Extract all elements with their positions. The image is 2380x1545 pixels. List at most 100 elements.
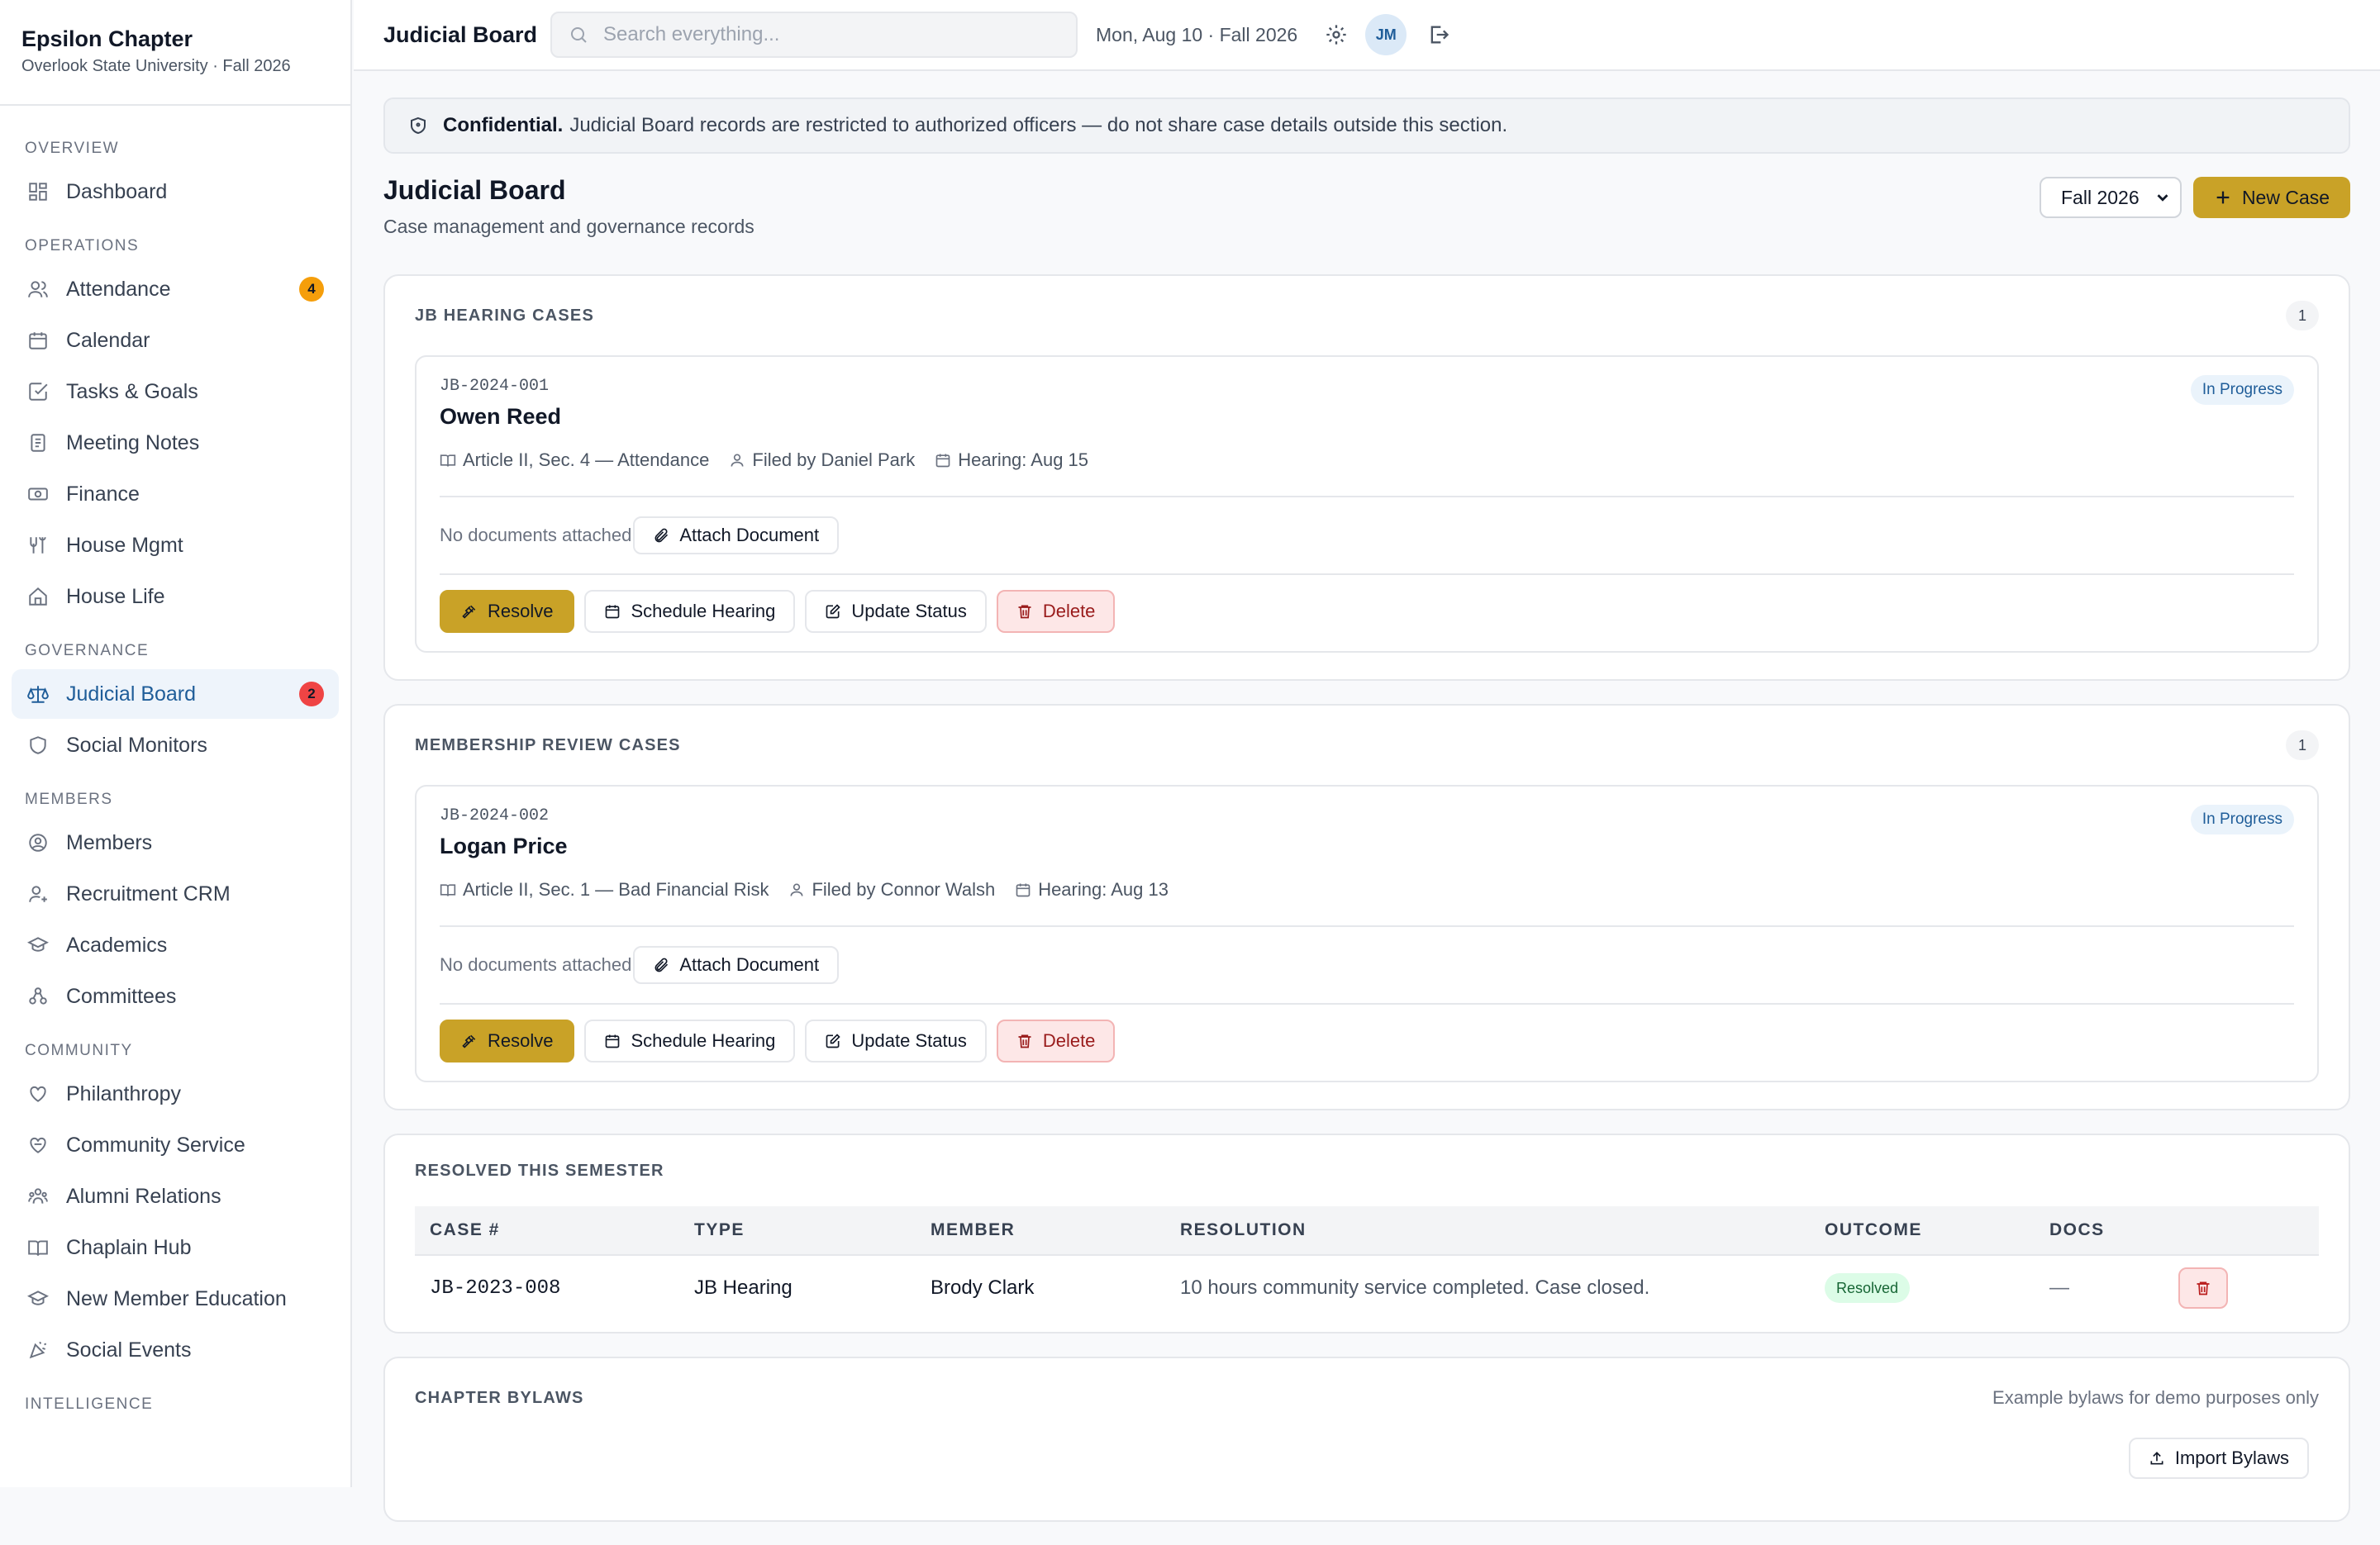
case-id: JB-2024-001 [440,377,550,396]
party-icon [26,1338,50,1362]
sidebar-item-philanthropy[interactable]: Philanthropy [12,1069,339,1119]
attach-document-button[interactable]: Attach Document [633,516,840,554]
check-square-icon [26,380,50,403]
sidebar-item-house-mgmt[interactable]: House Mgmt [12,521,339,570]
sidebar-item-label: Finance [66,482,140,506]
sidebar-item-social-events[interactable]: Social Events [12,1325,339,1375]
sidebar-item-academics[interactable]: Academics [12,920,339,970]
sidebar-item-chaplain-hub[interactable]: Chaplain Hub [12,1223,339,1272]
sidebar-item-calendar[interactable]: Calendar [12,316,339,365]
book-icon [26,1236,50,1259]
nav-section-governance: GOVERNANCE [25,642,150,659]
update-status-button[interactable]: Update Status [805,590,987,633]
notes-icon [26,431,50,454]
outcome-badge: Resolved [1825,1273,1911,1303]
attendance-count-badge: 4 [299,277,324,302]
resolve-button[interactable]: Resolve [440,1020,575,1062]
section-label: RESOLVED THIS SEMESTER [415,1161,664,1180]
sidebar-item-alumni-relations[interactable]: Alumni Relations [12,1172,339,1221]
graduation-cap-icon [26,1287,50,1310]
sidebar: Epsilon Chapter Overlook State Universit… [0,0,352,1487]
sidebar-item-attendance[interactable]: Attendance 4 [12,264,339,314]
new-case-button[interactable]: New Case [2193,177,2350,218]
settings-button[interactable] [1324,22,1349,47]
sidebar-item-dashboard[interactable]: Dashboard [12,167,339,216]
chapter-brand: Epsilon Chapter Overlook State Universit… [0,0,350,106]
sidebar-item-label: Committees [66,984,177,1008]
attach-document-label: Attach Document [679,525,820,545]
column-header: MEMBER [916,1206,1165,1255]
nav-section-operations: OPERATIONS [25,237,140,254]
sidebar-item-label: Tasks & Goals [66,379,198,403]
schedule-hearing-button[interactable]: Schedule Hearing [584,590,796,633]
semester-select[interactable]: Fall 2026 [2040,177,2182,218]
import-bylaws-button[interactable]: Import Bylaws [2128,1438,2309,1479]
attach-document-button[interactable]: Attach Document [633,946,840,984]
money-icon [26,483,50,506]
section-label: MEMBERSHIP REVIEW CASES [415,735,681,754]
table-row: JB-2023-008 JB Hearing Brody Clark 10 ho… [415,1254,2319,1320]
avatar[interactable]: JM [1365,14,1407,55]
member-cell: Brody Clark [916,1254,1165,1320]
committee-icon [26,985,50,1008]
sidebar-item-meeting-notes[interactable]: Meeting Notes [12,418,339,468]
case-article: Article II, Sec. 4 — Attendance [463,449,710,470]
case-hearing-date: Hearing: Aug 13 [1038,879,1169,900]
update-status-button[interactable]: Update Status [805,1020,987,1062]
sidebar-item-tasks-goals[interactable]: Tasks & Goals [12,367,339,416]
user-circle-icon [26,831,50,854]
calendar-icon [26,329,50,352]
nav-section-community: COMMUNITY [25,1042,133,1059]
case-meta: Article II, Sec. 4 — Attendance Filed by… [440,449,2294,471]
row-actions-cell [2163,1254,2319,1320]
dashboard-icon [26,180,50,203]
case-count: 1 [2286,301,2319,330]
plus-icon [2216,191,2230,204]
search-input[interactable] [602,22,1068,47]
sidebar-item-recruitment-crm[interactable]: Recruitment CRM [12,869,339,919]
sidebar-item-committees[interactable]: Committees [12,972,339,1021]
docs-cell: — [2035,1254,2163,1320]
gavel-icon [462,1034,476,1048]
delete-button[interactable]: Delete [996,1020,1116,1062]
update-status-label: Update Status [851,601,967,621]
case-meta: Article II, Sec. 1 — Bad Financial Risk … [440,879,2294,901]
delete-button[interactable]: Delete [996,590,1116,633]
chapter-bylaws-card: CHAPTER BYLAWS Example bylaws for demo p… [383,1357,2350,1522]
sidebar-item-community-service[interactable]: Community Service [12,1120,339,1170]
sidebar-item-new-member-education[interactable]: New Member Education [12,1274,339,1324]
heart-icon [26,1082,50,1105]
judicial-count-badge: 2 [299,682,324,706]
sidebar-item-finance[interactable]: Finance [12,469,339,519]
resolve-button[interactable]: Resolve [440,590,575,633]
schedule-hearing-button[interactable]: Schedule Hearing [584,1020,796,1062]
home-icon [26,585,50,608]
search-box[interactable] [550,12,1078,58]
edit-icon [826,1034,841,1048]
sidebar-item-label: Philanthropy [66,1082,181,1105]
sidebar-item-label: Calendar [66,328,150,352]
edit-icon [826,604,841,619]
nav-section-members: MEMBERS [25,791,113,808]
sidebar-item-judicial-board[interactable]: Judicial Board 2 [12,669,339,719]
logout-button[interactable] [1426,22,1451,47]
gear-icon [1326,25,1346,45]
sidebar-item-label: House Mgmt [66,533,183,557]
notice-text: Judicial Board records are restricted to… [569,114,1508,136]
case-hearing-date: Hearing: Aug 15 [958,449,1089,470]
sidebar-item-label: New Member Education [66,1286,287,1310]
trash-icon [2197,1281,2210,1295]
sidebar-item-social-monitors[interactable]: Social Monitors [12,720,339,770]
case-filed-by: Filed by Connor Walsh [812,879,996,900]
sidebar-item-members[interactable]: Members [12,818,339,868]
shield-icon [411,116,426,135]
nav-section-intelligence: INTELLIGENCE [25,1395,154,1413]
delete-row-button[interactable] [2178,1267,2228,1309]
sidebar-item-house-life[interactable]: House Life [12,572,339,621]
import-bylaws-label: Import Bylaws [2174,1448,2289,1468]
group-icon [26,1185,50,1208]
semester-value: Fall 2026 [2061,186,2140,208]
sidebar-item-label: House Life [66,584,165,608]
sidebar-item-label: Chaplain Hub [66,1235,192,1259]
delete-label: Delete [1042,1030,1096,1051]
